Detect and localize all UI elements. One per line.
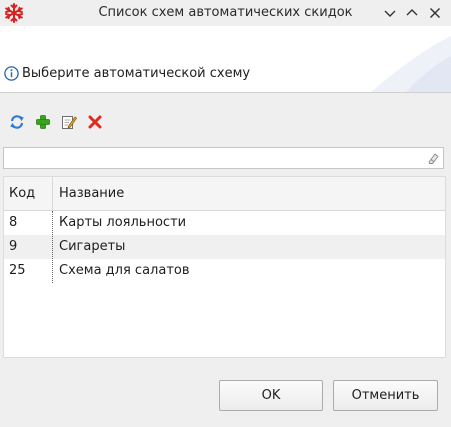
header-banner: Выберите автоматической схему (0, 26, 451, 92)
cancel-button[interactable]: Отменить (333, 380, 438, 411)
filter-field (3, 147, 444, 169)
column-divider-dotted (52, 211, 53, 283)
info-message: Выберите автоматической схему (22, 66, 251, 81)
refresh-icon (10, 115, 24, 129)
maximize-button[interactable] (403, 4, 421, 22)
chevron-up-icon (406, 9, 418, 16)
ok-button[interactable]: OK (219, 380, 323, 411)
edit-button[interactable] (60, 113, 78, 131)
cell-code: 25 (9, 263, 26, 278)
cell-code: 8 (9, 215, 18, 230)
plus-icon (36, 115, 50, 129)
table-header: Код Название (4, 177, 445, 211)
eraser-icon[interactable] (426, 151, 440, 165)
table-row[interactable]: 9 Сигареты (4, 235, 445, 259)
table-row[interactable]: 8 Карты лояльности (4, 211, 445, 235)
column-header-name[interactable]: Название (59, 177, 124, 210)
cell-name: Карты лояльности (59, 215, 187, 230)
schemes-table: Код Название 8 Карты лояльности 9 Сигаре… (3, 176, 446, 358)
add-button[interactable] (34, 113, 52, 131)
header-divider (0, 92, 451, 93)
edit-icon (62, 116, 78, 129)
cell-name: Схема для салатов (59, 263, 190, 278)
table-row[interactable]: 25 Схема для салатов (4, 259, 445, 283)
minimize-button[interactable] (381, 4, 399, 22)
chevron-down-icon (384, 10, 396, 17)
info-icon (4, 66, 19, 81)
column-divider[interactable] (52, 177, 53, 210)
refresh-button[interactable] (8, 113, 26, 131)
cell-name: Сигареты (59, 239, 126, 254)
filter-input[interactable] (4, 148, 432, 168)
delete-x-icon (88, 115, 102, 129)
banner-decoration (371, 36, 451, 92)
column-header-code[interactable]: Код (9, 177, 35, 210)
close-button[interactable] (426, 4, 444, 22)
delete-button[interactable] (86, 113, 104, 131)
close-icon (430, 8, 440, 18)
title-bar: Список схем автоматических скидок (0, 0, 451, 26)
cell-code: 9 (9, 239, 18, 254)
